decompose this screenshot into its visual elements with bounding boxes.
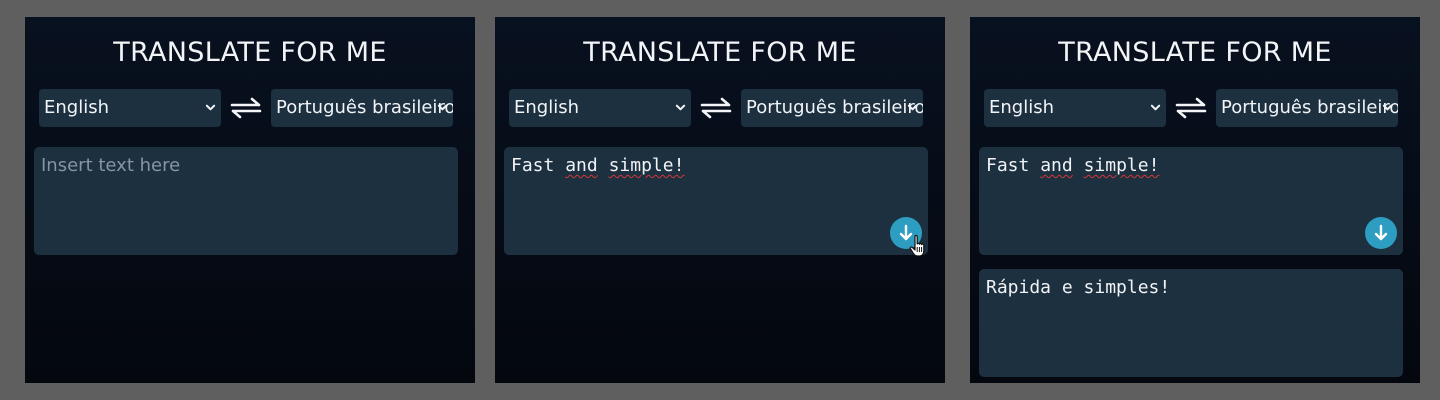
arrow-down-icon bbox=[1374, 224, 1388, 241]
target-language-select[interactable]: Português brasileiro bbox=[1216, 89, 1398, 127]
chevron-down-icon bbox=[205, 104, 216, 111]
swap-arrows-icon[interactable] bbox=[230, 97, 262, 119]
swap-arrows-icon[interactable] bbox=[700, 97, 732, 119]
app-title: TRANSLATE FOR ME bbox=[1058, 37, 1332, 68]
source-language-value: English bbox=[44, 97, 109, 118]
translate-button[interactable] bbox=[1365, 217, 1397, 249]
source-text-input[interactable]: Fast and simple! bbox=[504, 147, 928, 255]
source-language-value: English bbox=[989, 97, 1054, 118]
input-text: Fast and simple! bbox=[986, 155, 1160, 176]
chevron-down-icon bbox=[1150, 104, 1161, 111]
source-language-value: English bbox=[514, 97, 579, 118]
target-language-value: Português brasileiro bbox=[276, 97, 453, 118]
output-text: Rápida e simples! bbox=[986, 277, 1171, 298]
source-text-input[interactable]: Fast and simple! bbox=[979, 147, 1403, 255]
hand-pointer-icon bbox=[909, 234, 925, 257]
swap-arrows-icon[interactable] bbox=[1175, 97, 1207, 119]
source-language-select[interactable]: English bbox=[39, 89, 221, 127]
chevron-down-icon bbox=[1382, 104, 1393, 111]
translator-panel-translated: TRANSLATE FOR ME English Português brasi… bbox=[970, 17, 1420, 383]
app-title: TRANSLATE FOR ME bbox=[583, 37, 857, 68]
chevron-down-icon bbox=[437, 104, 448, 111]
source-language-select[interactable]: English bbox=[984, 89, 1166, 127]
app-title: TRANSLATE FOR ME bbox=[113, 37, 387, 68]
translated-text-output: Rápida e simples! bbox=[979, 269, 1403, 377]
target-language-value: Português brasileiro bbox=[746, 97, 923, 118]
input-text: Fast and simple! bbox=[511, 155, 685, 176]
source-text-input[interactable]: Insert text here bbox=[34, 147, 458, 255]
input-placeholder: Insert text here bbox=[41, 155, 181, 176]
chevron-down-icon bbox=[907, 104, 918, 111]
translator-panel-empty: TRANSLATE FOR ME English Português brasi… bbox=[25, 17, 475, 383]
target-language-select[interactable]: Português brasileiro bbox=[741, 89, 923, 127]
target-language-value: Português brasileiro bbox=[1221, 97, 1398, 118]
target-language-select[interactable]: Português brasileiro bbox=[271, 89, 453, 127]
chevron-down-icon bbox=[675, 104, 686, 111]
source-language-select[interactable]: English bbox=[509, 89, 691, 127]
translator-panel-typed: TRANSLATE FOR ME English Português brasi… bbox=[495, 17, 945, 383]
